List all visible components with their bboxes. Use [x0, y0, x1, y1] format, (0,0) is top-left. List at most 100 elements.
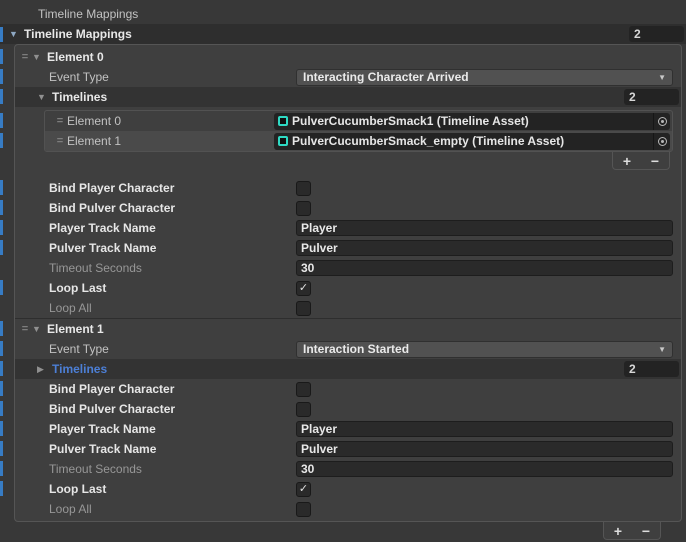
pulver-track-input[interactable]: Pulver — [296, 441, 673, 457]
loop-last-checkbox[interactable]: ✓ — [296, 281, 311, 296]
bind-pulver-checkbox[interactable] — [296, 402, 311, 417]
override-bar — [0, 180, 3, 195]
spacer — [15, 170, 681, 178]
loop-last-label: Loop Last — [49, 482, 296, 496]
bind-pulver-checkbox[interactable] — [296, 201, 311, 216]
check-icon: ✓ — [299, 484, 308, 495]
timelines-size-field[interactable]: 2 — [624, 361, 679, 377]
timeout-input[interactable]: 30 — [296, 461, 673, 477]
bind-player-label: Bind Player Character — [49, 382, 296, 396]
timeline-mappings-list-footer: + − — [603, 522, 661, 540]
override-bar — [0, 220, 3, 235]
bind-pulver-row: Bind Pulver Character — [15, 198, 681, 218]
drag-handle-icon[interactable]: = — [53, 135, 67, 147]
timeline-item-row[interactable]: = Element 1 PulverCucumberSmack_empty (T… — [45, 131, 672, 151]
timeout-row: Timeout Seconds 30 — [15, 258, 681, 278]
check-icon: ✓ — [299, 283, 308, 294]
override-bar — [0, 89, 3, 104]
override-bar — [0, 113, 3, 128]
pulver-track-row: Pulver Track Name Pulver — [15, 439, 681, 459]
script-property-row: Timeline Mappings — [0, 4, 686, 24]
timeout-label: Timeout Seconds — [49, 261, 296, 275]
timeout-label: Timeout Seconds — [49, 462, 296, 476]
override-bar — [0, 27, 3, 42]
timeout-input[interactable]: 30 — [296, 260, 673, 276]
loop-last-row: Loop Last ✓ — [15, 278, 681, 298]
loop-last-checkbox[interactable]: ✓ — [296, 482, 311, 497]
timeline-mappings-title: Timeline Mappings — [24, 27, 132, 41]
override-bar — [0, 240, 3, 255]
bind-player-checkbox[interactable] — [296, 181, 311, 196]
foldout-open-icon[interactable]: ▼ — [37, 92, 52, 102]
override-bar — [0, 341, 3, 356]
bind-player-row: Bind Player Character — [15, 178, 681, 198]
loop-all-checkbox[interactable] — [296, 502, 311, 517]
timeout-row: Timeout Seconds 30 — [15, 459, 681, 479]
timeline-mappings-header[interactable]: ▼ Timeline Mappings 2 — [0, 24, 686, 44]
element-1-header[interactable]: = ▼ Element 1 — [15, 319, 681, 339]
timeline-item-label: Element 0 — [67, 114, 274, 128]
event-type-value: Interacting Character Arrived — [303, 70, 469, 84]
script-property-label: Timeline Mappings — [38, 7, 138, 21]
timelines-size-field[interactable]: 2 — [624, 89, 679, 105]
timeline-asset-icon — [278, 136, 288, 146]
list-size-field[interactable]: 2 — [629, 26, 684, 42]
override-bar — [0, 69, 3, 84]
loop-all-row: Loop All — [15, 499, 681, 519]
chevron-down-icon: ▼ — [658, 73, 666, 82]
timelines-foldout-row[interactable]: ▼ Timelines 2 — [15, 87, 681, 107]
override-bar — [0, 441, 3, 456]
bind-player-checkbox[interactable] — [296, 382, 311, 397]
add-element-button[interactable]: + — [608, 524, 628, 538]
pulver-track-label: Pulver Track Name — [49, 241, 296, 255]
player-track-input[interactable]: Player — [296, 220, 673, 236]
loop-last-row: Loop Last ✓ — [15, 479, 681, 499]
override-bar — [0, 461, 3, 476]
timeline-asset-icon — [278, 116, 288, 126]
foldout-closed-icon[interactable]: ▶ — [37, 364, 52, 375]
event-type-dropdown[interactable]: Interaction Started ▼ — [296, 341, 673, 358]
pulver-track-input[interactable]: Pulver — [296, 240, 673, 256]
timelines-label: Timelines — [52, 90, 107, 104]
foldout-open-icon[interactable]: ▼ — [9, 29, 24, 39]
event-type-value: Interaction Started — [303, 342, 409, 356]
event-type-dropdown[interactable]: Interacting Character Arrived ▼ — [296, 69, 673, 86]
foldout-open-icon[interactable]: ▼ — [32, 324, 47, 334]
object-picker-button[interactable] — [653, 113, 670, 130]
loop-all-row: Loop All — [15, 298, 681, 318]
object-picker-icon — [658, 117, 667, 126]
remove-timeline-button[interactable]: − — [645, 154, 665, 168]
element-0-section: = ▼ Element 0 Event Type Interacting Cha… — [15, 47, 681, 318]
event-type-label: Event Type — [49, 70, 296, 84]
loop-all-checkbox[interactable] — [296, 301, 311, 316]
player-track-input[interactable]: Player — [296, 421, 673, 437]
timeline-asset-field[interactable]: PulverCucumberSmack_empty (Timeline Asse… — [274, 133, 670, 150]
timeline-asset-field[interactable]: PulverCucumberSmack1 (Timeline Asset) — [274, 113, 670, 130]
element-1-title: Element 1 — [47, 322, 104, 336]
foldout-open-icon[interactable]: ▼ — [32, 52, 47, 62]
drag-handle-icon[interactable]: = — [53, 115, 67, 127]
pulver-track-label: Pulver Track Name — [49, 442, 296, 456]
drag-handle-icon[interactable]: = — [18, 323, 32, 335]
override-bar — [0, 200, 3, 215]
timelines-foldout-row[interactable]: ▶ Timelines 2 — [15, 359, 681, 379]
bind-pulver-row: Bind Pulver Character — [15, 399, 681, 419]
bind-pulver-label: Bind Pulver Character — [49, 201, 296, 215]
loop-all-label: Loop All — [49, 502, 296, 516]
timeline-asset-name: PulverCucumberSmack1 (Timeline Asset) — [292, 114, 653, 128]
element-0-header[interactable]: = ▼ Element 0 — [15, 47, 681, 67]
element-0-title: Element 0 — [47, 50, 104, 64]
drag-handle-icon[interactable]: = — [18, 51, 32, 63]
player-track-label: Player Track Name — [49, 221, 296, 235]
remove-element-button[interactable]: − — [636, 524, 656, 538]
override-bar — [0, 280, 3, 295]
bind-player-label: Bind Player Character — [49, 181, 296, 195]
add-timeline-button[interactable]: + — [617, 154, 637, 168]
event-type-row: Event Type Interacting Character Arrived… — [15, 67, 681, 87]
object-picker-button[interactable] — [653, 133, 670, 150]
chevron-down-icon: ▼ — [658, 345, 666, 354]
timelines-list: = Element 0 PulverCucumberSmack1 (Timeli… — [44, 110, 673, 152]
timeline-item-row[interactable]: = Element 0 PulverCucumberSmack1 (Timeli… — [45, 111, 672, 131]
override-bar — [0, 321, 3, 336]
bind-pulver-label: Bind Pulver Character — [49, 402, 296, 416]
